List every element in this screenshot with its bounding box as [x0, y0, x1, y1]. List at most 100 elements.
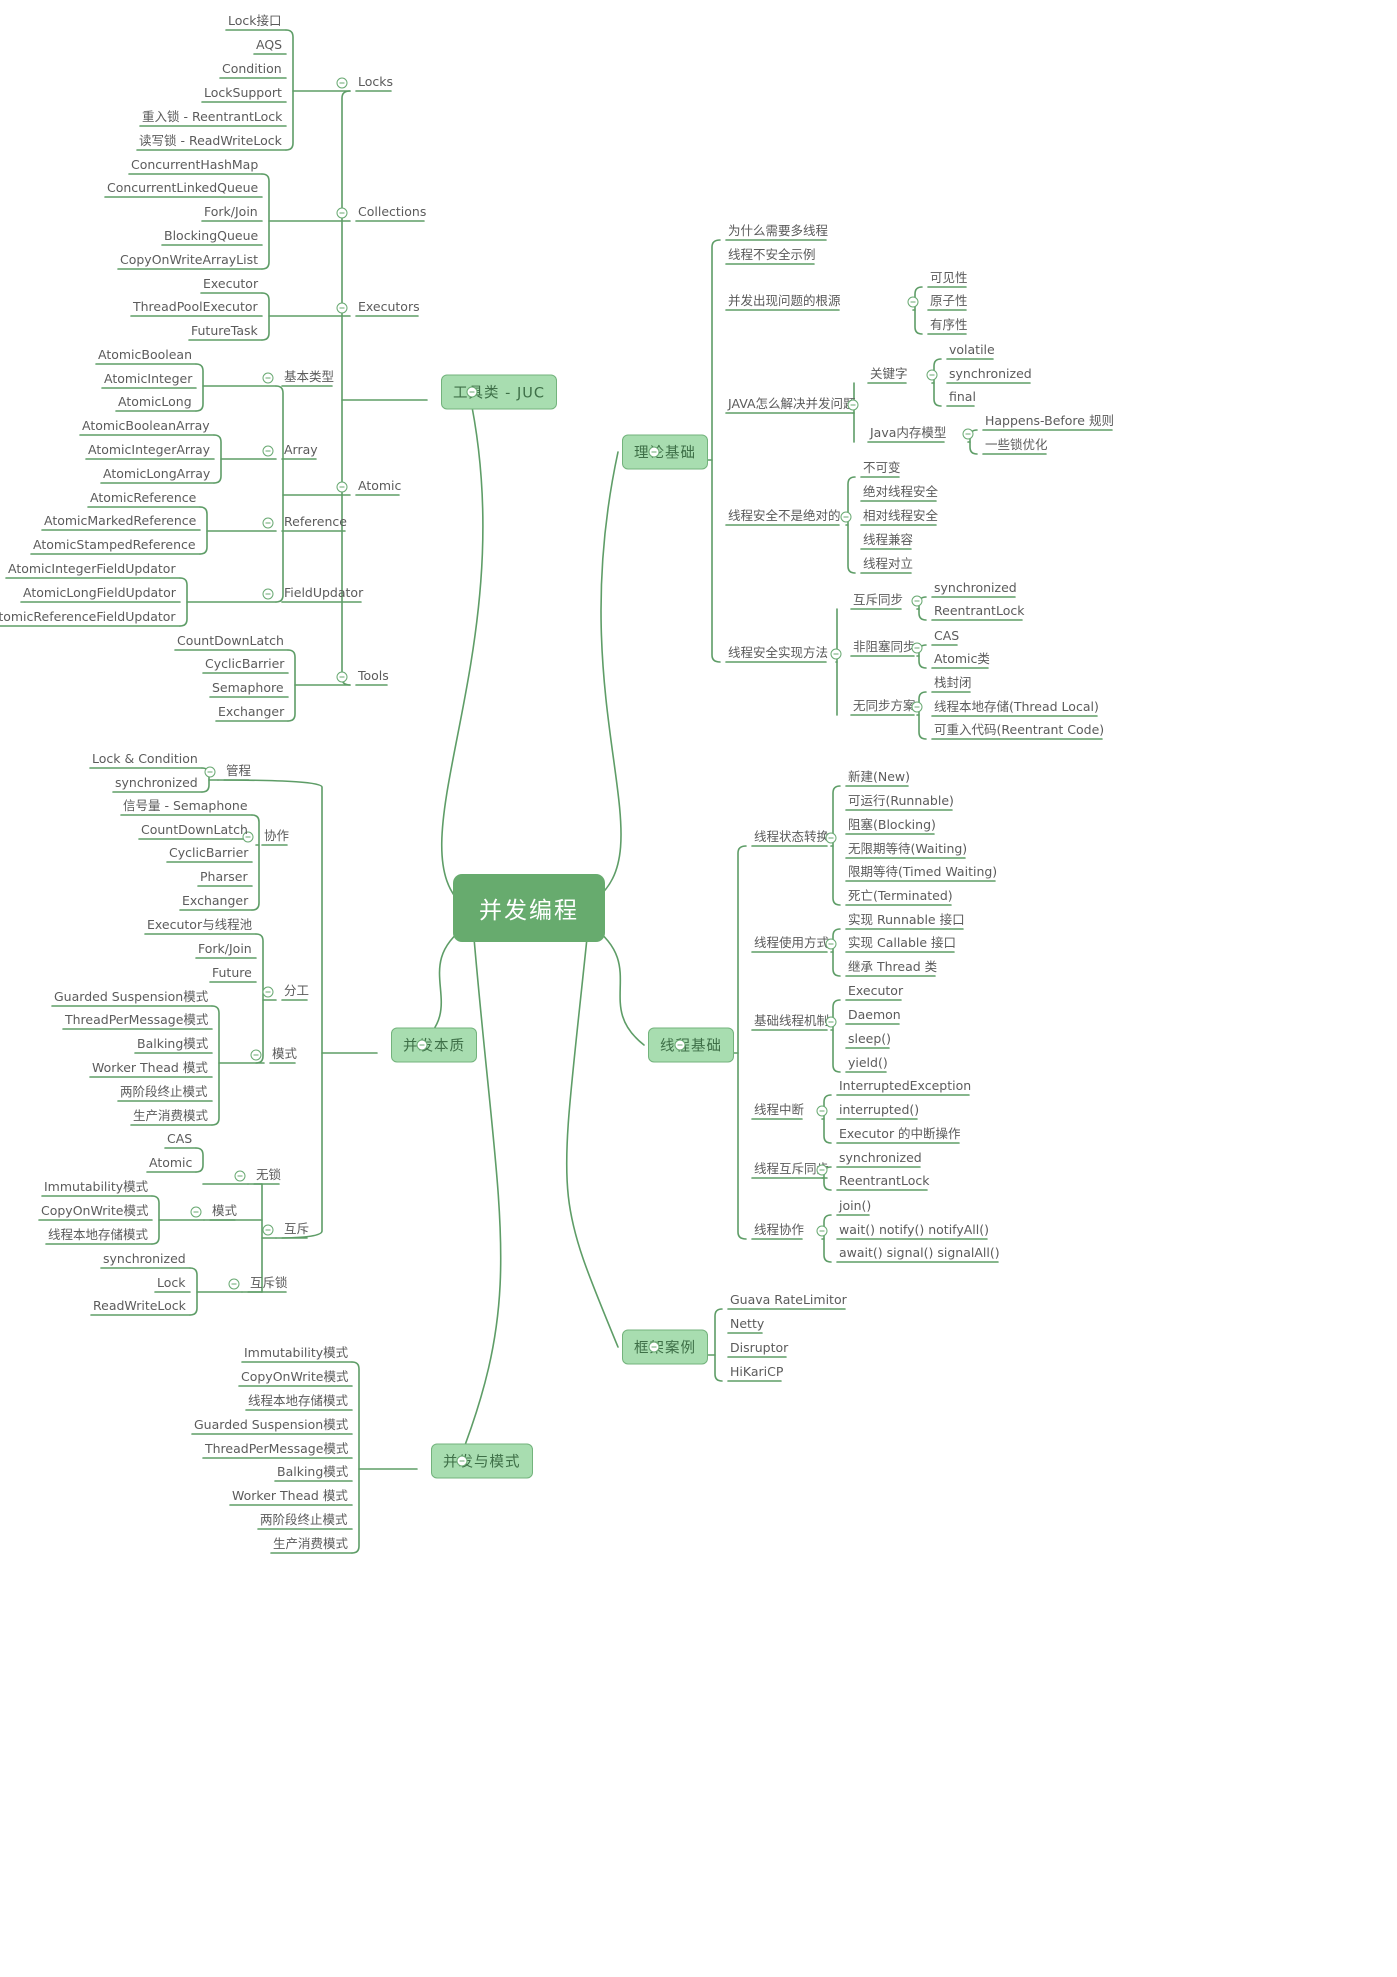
node-互斥锁[interactable]: 互斥锁: [248, 1276, 290, 1292]
toggle-keywords[interactable]: [926, 369, 938, 381]
node-executor与线程池[interactable]: Executor与线程池: [145, 918, 254, 934]
node-基础线程机制[interactable]: 基础线程机制: [752, 1014, 831, 1030]
node-threadpermessage模式[interactable]: ThreadPerMessage模式: [203, 1442, 350, 1458]
node-synchronized[interactable]: synchronized: [837, 1151, 924, 1167]
node-locksupport[interactable]: LockSupport: [202, 86, 284, 102]
node-semaphore[interactable]: Semaphore: [210, 681, 286, 697]
toggle-juc[interactable]: [466, 386, 478, 398]
node-guava-ratelimitor[interactable]: Guava RateLimitor: [728, 1293, 849, 1309]
toggle-thread-coop[interactable]: [816, 1225, 828, 1237]
node-atomicstampedreference[interactable]: AtomicStampedReference: [31, 538, 198, 554]
node-相对线程安全[interactable]: 相对线程安全: [861, 509, 940, 525]
toggle-tools[interactable]: [336, 671, 348, 683]
node-信号量-semaphone[interactable]: 信号量 - Semaphone: [121, 799, 250, 815]
node-为什么需要多线程[interactable]: 为什么需要多线程: [726, 224, 830, 240]
node-atomicreferencefieldupdator[interactable]: AtomicReferenceFieldUpdator: [0, 610, 178, 626]
node-wait-notify-notifyall[interactable]: wait() notify() notifyAll(): [837, 1223, 991, 1239]
toggle-impl-methods[interactable]: [830, 648, 842, 660]
toggle-wusuo[interactable]: [234, 1170, 246, 1182]
toggle-mode-fengong[interactable]: [250, 1049, 262, 1061]
branch-frameworks[interactable]: 框架案例: [622, 1329, 708, 1365]
node-reference[interactable]: Reference: [282, 515, 349, 531]
node-并发出现问题的根源[interactable]: 并发出现问题的根源: [726, 294, 843, 310]
node-synchronized[interactable]: synchronized: [932, 581, 1019, 597]
node-生产消费模式[interactable]: 生产消费模式: [131, 1109, 210, 1125]
node-concurrentlinkedqueue[interactable]: ConcurrentLinkedQueue: [105, 181, 260, 197]
node-lock[interactable]: Lock: [155, 1276, 188, 1292]
node-netty[interactable]: Netty: [728, 1317, 766, 1333]
node-atomicinteger[interactable]: AtomicInteger: [102, 372, 194, 388]
toggle-locks[interactable]: [336, 77, 348, 89]
node-executor[interactable]: Executor: [846, 984, 905, 1000]
node-worker-thead-模式[interactable]: Worker Thead 模式: [90, 1061, 210, 1077]
node-互斥同步[interactable]: 互斥同步: [851, 593, 905, 609]
node-生产消费模式[interactable]: 生产消费模式: [271, 1537, 350, 1553]
toggle-state-transition[interactable]: [825, 832, 837, 844]
node-copyonwrite模式[interactable]: CopyOnWrite模式: [239, 1370, 350, 1386]
node-死亡-terminated[interactable]: 死亡(Terminated): [846, 889, 955, 905]
node-协作[interactable]: 协作: [262, 829, 291, 845]
node-线程安全实现方法[interactable]: 线程安全实现方法: [726, 646, 830, 662]
node-互斥[interactable]: 互斥: [282, 1222, 311, 1238]
node-locks[interactable]: Locks: [356, 75, 395, 91]
node-immutability模式[interactable]: Immutability模式: [242, 1346, 350, 1362]
node-两阶段终止模式[interactable]: 两阶段终止模式: [118, 1085, 210, 1101]
node-blockingqueue[interactable]: BlockingQueue: [162, 229, 260, 245]
node-atomiclong[interactable]: AtomicLong: [116, 395, 194, 411]
toggle-theory[interactable]: [648, 446, 660, 458]
node-atomic[interactable]: Atomic: [356, 479, 403, 495]
branch-theory[interactable]: 理论基础: [622, 434, 708, 470]
root-node[interactable]: 并发编程: [453, 874, 605, 942]
node-绝对线程安全[interactable]: 绝对线程安全: [861, 485, 940, 501]
node-condition[interactable]: Condition: [220, 62, 284, 78]
node-guarded-suspension模式[interactable]: Guarded Suspension模式: [52, 990, 210, 1006]
node-读写锁-readwritelock[interactable]: 读写锁 - ReadWriteLock: [137, 134, 284, 150]
node-线程中断[interactable]: 线程中断: [752, 1103, 806, 1119]
node-fieldupdator[interactable]: FieldUpdator: [282, 586, 365, 602]
node-countdownlatch[interactable]: CountDownLatch: [139, 823, 250, 839]
node-栈封闭[interactable]: 栈封闭: [932, 676, 974, 692]
node-实现-runnable-接口[interactable]: 实现 Runnable 接口: [846, 913, 967, 929]
node-线程安全不是绝对的[interactable]: 线程安全不是绝对的: [726, 509, 843, 525]
toggle-thread-mutex[interactable]: [816, 1164, 828, 1176]
node-yield[interactable]: yield(): [846, 1056, 890, 1072]
node-线程本地存储模式[interactable]: 线程本地存储模式: [46, 1228, 150, 1244]
node-限期等待-timed-waiting[interactable]: 限期等待(Timed Waiting): [846, 865, 999, 881]
node-新建-new[interactable]: 新建(New): [846, 770, 912, 786]
toggle-frameworks[interactable]: [648, 1341, 660, 1353]
node-interrupted[interactable]: interrupted(): [837, 1103, 921, 1119]
toggle-collections[interactable]: [336, 207, 348, 219]
toggle-基本类型[interactable]: [262, 372, 274, 384]
node-线程使用方式[interactable]: 线程使用方式: [752, 936, 831, 952]
node-基本类型[interactable]: 基本类型: [282, 370, 336, 386]
toggle-essence[interactable]: [416, 1039, 428, 1051]
toggle-java-solve[interactable]: [847, 399, 859, 411]
node-线程协作[interactable]: 线程协作: [752, 1223, 806, 1239]
node-reentrantlock[interactable]: ReentrantLock: [932, 604, 1026, 620]
toggle-no-sync[interactable]: [911, 701, 923, 713]
node-线程状态转换[interactable]: 线程状态转换: [752, 830, 831, 846]
node-cas[interactable]: CAS: [165, 1132, 194, 1148]
node-原子性[interactable]: 原子性: [928, 294, 970, 310]
toggle-mutex-sync[interactable]: [911, 595, 923, 607]
node-daemon[interactable]: Daemon: [846, 1008, 903, 1024]
node-volatile[interactable]: volatile: [947, 343, 997, 359]
node-cas[interactable]: CAS: [932, 629, 961, 645]
toggle-huchi[interactable]: [262, 1224, 274, 1236]
node-java内存模型[interactable]: Java内存模型: [868, 426, 948, 442]
node-重入锁-reentrantlock[interactable]: 重入锁 - ReentrantLock: [140, 110, 284, 126]
node-lock-condition[interactable]: Lock & Condition: [90, 752, 200, 768]
node-两阶段终止模式[interactable]: 两阶段终止模式: [258, 1513, 350, 1529]
node-线程兼容[interactable]: 线程兼容: [861, 533, 915, 549]
toggle-usage[interactable]: [825, 938, 837, 950]
node-可重入代码-reentrant-code[interactable]: 可重入代码(Reentrant Code): [932, 723, 1106, 739]
toggle-nonblocking-sync[interactable]: [911, 642, 923, 654]
node-可运行-runnable[interactable]: 可运行(Runnable): [846, 794, 956, 810]
node-happens-before-规则[interactable]: Happens-Before 规则: [983, 414, 1116, 430]
toggle-bingfa-genyuan[interactable]: [907, 296, 919, 308]
node-分工[interactable]: 分工: [282, 984, 311, 1000]
node-immutability模式[interactable]: Immutability模式: [42, 1180, 150, 1196]
node-join[interactable]: join(): [837, 1199, 873, 1215]
toggle-atomic[interactable]: [336, 481, 348, 493]
node-线程本地存储-thread-local[interactable]: 线程本地存储(Thread Local): [932, 700, 1101, 716]
